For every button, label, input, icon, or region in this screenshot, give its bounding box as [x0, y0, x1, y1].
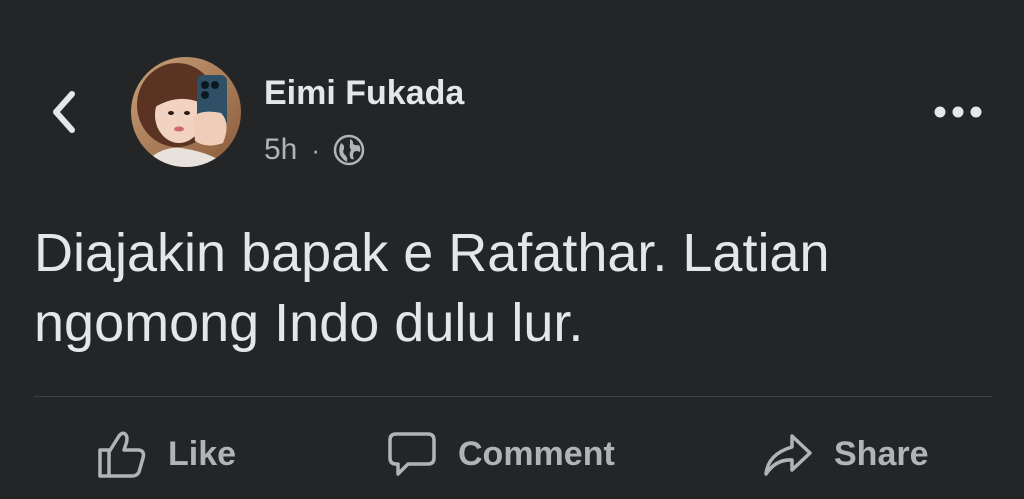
- post-text: Diajakin bapak e Rafathar. Latian ngomon…: [34, 218, 994, 358]
- comment-button[interactable]: Comment: [386, 418, 615, 490]
- thumbs-up-icon: [96, 428, 148, 480]
- avatar-image: [131, 57, 241, 167]
- action-bar: Like Comment Share: [0, 418, 1024, 490]
- globe-icon: [332, 133, 366, 167]
- post-meta: 5h ·: [264, 130, 366, 170]
- author-name[interactable]: Eimi Fukada: [264, 74, 464, 113]
- post-text-line: Diajakin bapak e Rafathar. Latian: [34, 223, 830, 283]
- more-horizontal-icon: [934, 106, 982, 118]
- like-button[interactable]: Like: [96, 418, 236, 490]
- post-text-line: ngomong Indo dulu lur.: [34, 293, 584, 353]
- back-button[interactable]: [40, 84, 88, 140]
- like-label: Like: [168, 434, 237, 473]
- timestamp[interactable]: 5h: [264, 133, 297, 167]
- share-arrow-icon: [762, 428, 814, 480]
- comment-bubble-icon: [386, 428, 438, 480]
- meta-separator: ·: [311, 134, 321, 165]
- chevron-left-icon: [53, 91, 75, 133]
- share-label: Share: [834, 434, 929, 473]
- more-options-button[interactable]: [926, 92, 990, 132]
- avatar[interactable]: [131, 57, 241, 167]
- divider: [34, 396, 992, 397]
- share-button[interactable]: Share: [762, 418, 929, 490]
- comment-label: Comment: [458, 434, 615, 473]
